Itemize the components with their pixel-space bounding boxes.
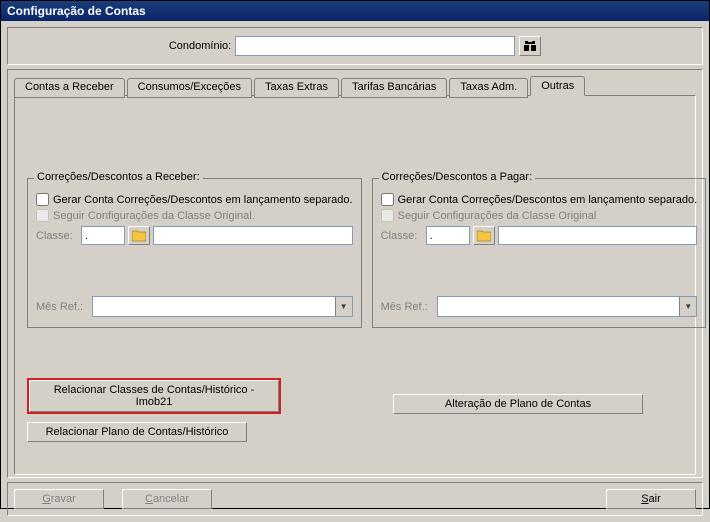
window-title: Configuração de Contas	[7, 4, 146, 18]
binoculars-search-button[interactable]	[519, 36, 541, 56]
classe-browse-pagar[interactable]	[473, 226, 495, 245]
mesref-row-receber: Mês Ref.: ▼	[36, 296, 353, 317]
condominio-panel: Condomínio:	[7, 27, 703, 65]
chk-gerar-conta-pagar-label: Gerar Conta Correções/Descontos em lança…	[398, 194, 698, 206]
window-content: Condomínio: Contas a Receber Consumos/Ex…	[1, 21, 709, 522]
chk-row-receber-2: Seguir Configurações da Classe Original.	[36, 209, 353, 222]
footer-spacer	[230, 489, 588, 509]
groups-row: Correções/Descontos a Receber: Gerar Con…	[27, 178, 683, 328]
classe-row-pagar: Classe:	[381, 226, 698, 245]
group-pagar-legend: Correções/Descontos a Pagar:	[379, 171, 535, 183]
classe-desc-pagar[interactable]	[498, 226, 698, 245]
tab-taxas-adm[interactable]: Taxas Adm.	[449, 78, 528, 98]
tab-contas-receber[interactable]: Contas a Receber	[14, 78, 125, 98]
binoculars-icon	[523, 39, 537, 53]
group-correcoes-pagar: Correções/Descontos a Pagar: Gerar Conta…	[372, 178, 707, 328]
mesref-combo-pagar[interactable]: ▼	[437, 296, 698, 317]
mesref-row-pagar: Mês Ref.: ▼	[381, 296, 698, 317]
chk-seguir-config-receber	[36, 209, 49, 222]
classe-label-pagar: Classe:	[381, 230, 423, 242]
chevron-down-icon: ▼	[335, 297, 352, 316]
tab-outras[interactable]: Outras	[530, 76, 585, 96]
chk-row-receber-1: Gerar Conta Correções/Descontos em lança…	[36, 193, 353, 206]
classe-code-receber[interactable]	[81, 226, 125, 245]
relacionar-classes-button[interactable]: Relacionar Classes de Contas/Histórico -…	[29, 380, 279, 412]
chk-row-pagar-2: Seguir Configurações da Classe Original	[381, 209, 698, 222]
tab-tarifas-bancarias[interactable]: Tarifas Bancárias	[341, 78, 447, 98]
folder-icon	[132, 230, 146, 242]
tab-taxas-extras[interactable]: Taxas Extras	[254, 78, 339, 98]
condominio-label: Condomínio:	[169, 40, 231, 52]
chk-seguir-config-receber-label: Seguir Configurações da Classe Original.	[53, 210, 255, 222]
highlighted-button-frame: Relacionar Classes de Contas/Histórico -…	[27, 378, 281, 414]
footer-panel: Gravar Cancelar Sair	[7, 482, 703, 516]
tab-row: Contas a Receber Consumos/Exceções Taxas…	[14, 76, 696, 96]
chk-row-pagar-1: Gerar Conta Correções/Descontos em lança…	[381, 193, 698, 206]
chk-seguir-config-pagar	[381, 209, 394, 222]
alteracao-plano-button[interactable]: Alteração de Plano de Contas	[393, 394, 643, 414]
chk-gerar-conta-receber[interactable]	[36, 193, 49, 206]
tab-body-outras: Correções/Descontos a Receber: Gerar Con…	[14, 95, 696, 475]
gravar-button: Gravar	[14, 489, 104, 509]
window-titlebar: Configuração de Contas	[1, 1, 709, 21]
classe-row-receber: Classe:	[36, 226, 353, 245]
classe-code-pagar[interactable]	[426, 226, 470, 245]
sair-button[interactable]: Sair	[606, 489, 696, 509]
btn-plano-wrap: Relacionar Plano de Contas/Histórico	[27, 422, 683, 442]
mesref-label-receber: Mês Ref.:	[36, 301, 88, 313]
chk-gerar-conta-pagar[interactable]	[381, 193, 394, 206]
tab-consumos[interactable]: Consumos/Exceções	[127, 78, 252, 98]
relacionar-plano-button[interactable]: Relacionar Plano de Contas/Histórico	[27, 422, 247, 442]
group-receber-legend: Correções/Descontos a Receber:	[34, 171, 203, 183]
classe-browse-receber[interactable]	[128, 226, 150, 245]
chevron-down-icon: ▼	[679, 297, 696, 316]
folder-icon	[477, 230, 491, 242]
cancelar-button: Cancelar	[122, 489, 212, 509]
chk-seguir-config-pagar-label: Seguir Configurações da Classe Original	[398, 210, 597, 222]
tabs-container: Contas a Receber Consumos/Exceções Taxas…	[7, 69, 703, 478]
classe-label-receber: Classe:	[36, 230, 78, 242]
mesref-label-pagar: Mês Ref.:	[381, 301, 433, 313]
chk-gerar-conta-receber-label: Gerar Conta Correções/Descontos em lança…	[53, 194, 353, 206]
mesref-combo-receber[interactable]: ▼	[92, 296, 353, 317]
classe-desc-receber[interactable]	[153, 226, 353, 245]
group-correcoes-receber: Correções/Descontos a Receber: Gerar Con…	[27, 178, 362, 328]
condominio-input[interactable]	[235, 36, 515, 56]
